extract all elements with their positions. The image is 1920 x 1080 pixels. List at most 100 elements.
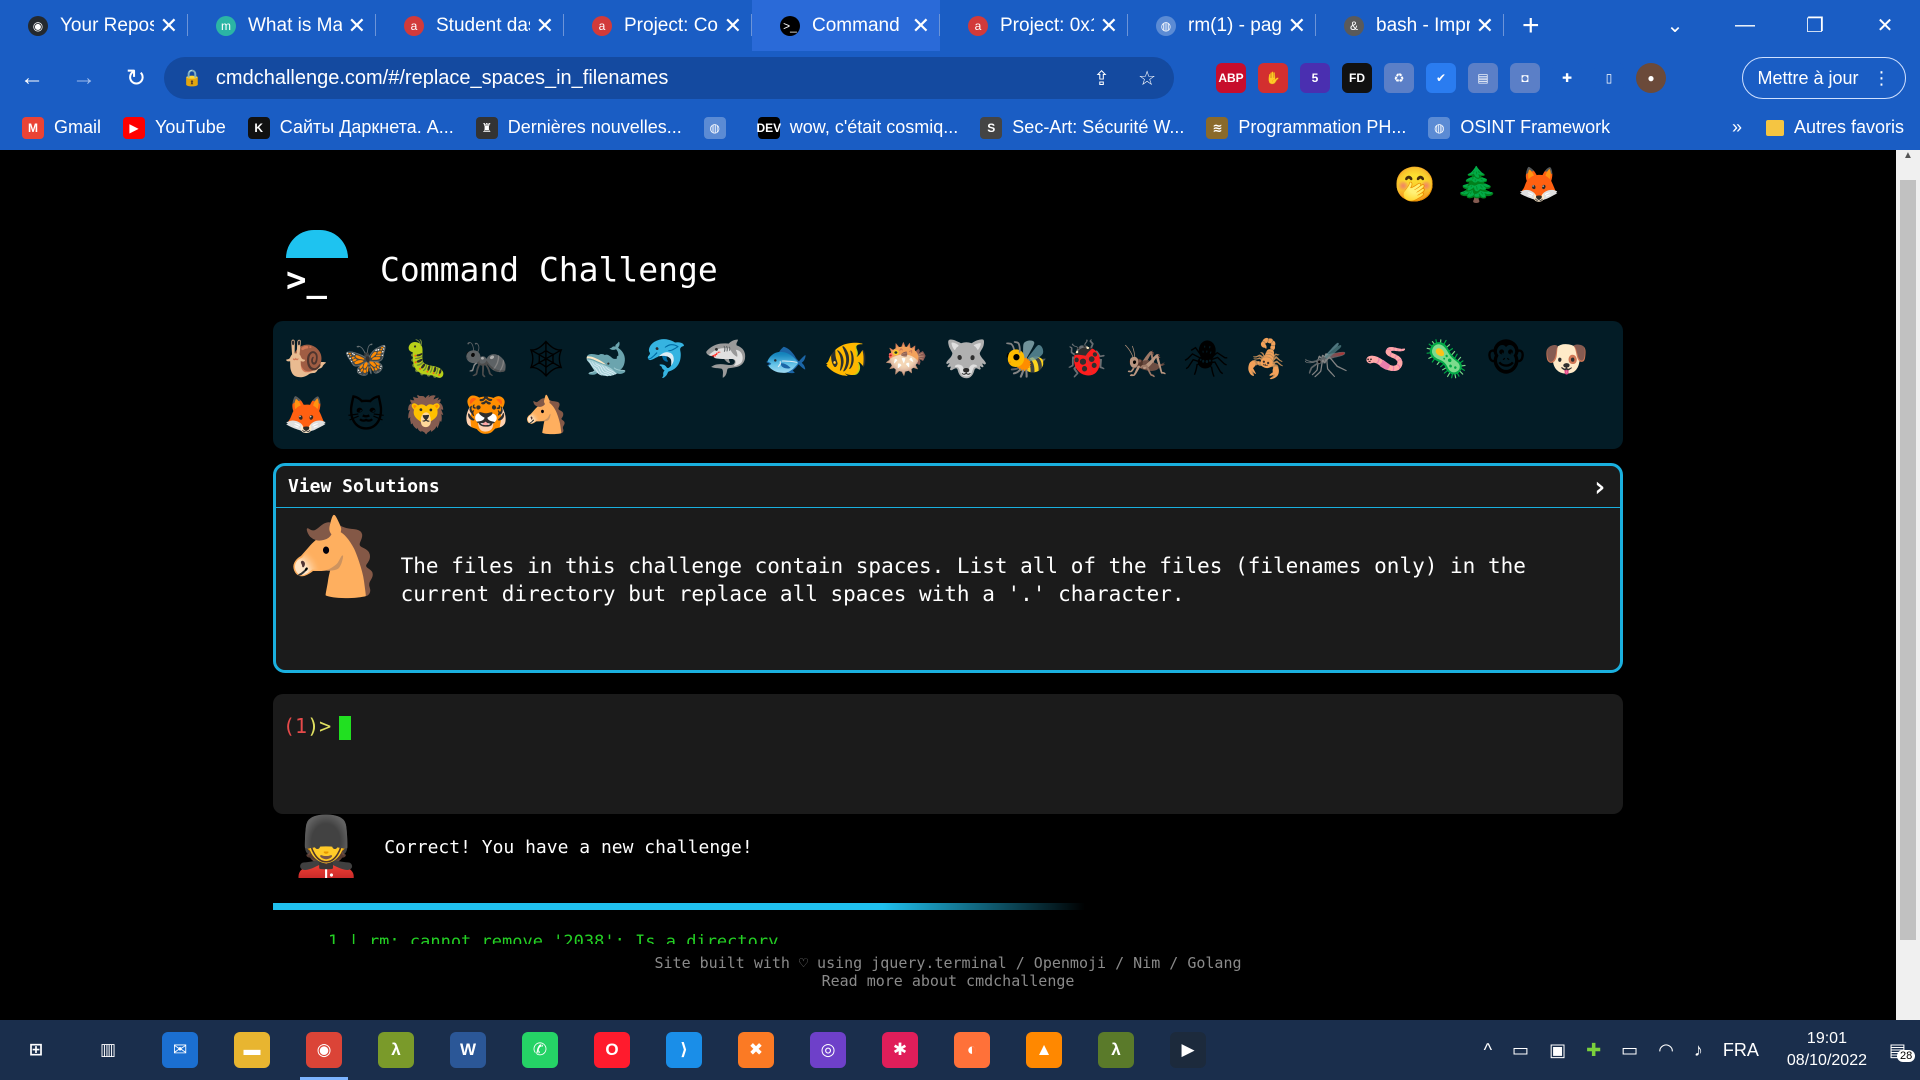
challenge-animal-icon[interactable]: 🦋	[343, 333, 389, 385]
cmdchallenge-icon[interactable]: ▶	[1152, 1020, 1224, 1080]
bookmark[interactable]: ≋ Programmation PH...	[1206, 116, 1406, 139]
battery-icon[interactable]: ▭	[1621, 1040, 1638, 1061]
profile-avatar-icon[interactable]: ●	[1636, 63, 1666, 93]
gitlab-icon[interactable]: 🦊	[1516, 162, 1562, 208]
bookmark[interactable]: DEV wow, c'était cosmiq...	[756, 116, 958, 139]
more-menu-icon[interactable]: ⋮	[1873, 68, 1891, 89]
browser-tab[interactable]: m What is Mal ✕	[188, 0, 376, 51]
star-icon[interactable]: ☆	[1138, 66, 1156, 91]
close-tab-icon[interactable]: ✕	[1476, 13, 1494, 39]
device-icon[interactable]: ▭	[1512, 1040, 1529, 1061]
task-view-icon[interactable]: ▥	[72, 1020, 144, 1080]
bookmark[interactable]: K Сайты Даркнета. А...	[247, 116, 454, 139]
challenge-animal-icon[interactable]: 🐝	[1003, 333, 1049, 385]
challenge-animal-icon[interactable]: 🐌	[283, 333, 329, 385]
hand-over-mouth-icon[interactable]: 🤭	[1392, 162, 1438, 208]
challenge-animal-icon[interactable]: 🐱	[343, 389, 389, 441]
mail-icon[interactable]: ✉	[144, 1020, 216, 1080]
challenge-animal-icon[interactable]: 🕷	[1183, 333, 1229, 385]
challenge-animal-icon[interactable]: 🦠	[1423, 333, 1469, 385]
extension-badge-icon[interactable]: 5	[1300, 63, 1330, 93]
browser-tab[interactable]: a Project: Cor ✕	[564, 0, 752, 51]
close-window-icon[interactable]: ✕	[1850, 13, 1920, 38]
scroll-thumb[interactable]	[1900, 180, 1916, 940]
reload-icon[interactable]: ↻	[116, 64, 156, 93]
close-tab-icon[interactable]: ✕	[160, 13, 178, 39]
green-plus-icon[interactable]: ✚	[1586, 1040, 1601, 1061]
challenge-animal-icon[interactable]: 🦟	[1303, 333, 1349, 385]
url-input[interactable]: 🔒 cmdchallenge.com/#/replace_spaces_in_f…	[164, 57, 1174, 99]
challenge-animal-icon[interactable]: 🐛	[403, 333, 449, 385]
browser-tab[interactable]: a Student das ✕	[376, 0, 564, 51]
terminal[interactable]: (1)>	[273, 694, 1623, 814]
close-tab-icon[interactable]: ✕	[348, 13, 366, 39]
restore-icon[interactable]: ❐	[1780, 13, 1850, 38]
lambda-icon[interactable]: λ	[360, 1020, 432, 1080]
terminal-icon[interactable]: 🖥	[1330, 162, 1376, 208]
bookmark[interactable]: ◍	[703, 116, 736, 139]
challenge-animal-icon[interactable]: 🦁	[403, 389, 449, 441]
clock[interactable]: 19:01 08/10/2022	[1787, 1028, 1867, 1072]
minimize-icon[interactable]: —	[1710, 14, 1780, 37]
challenge-animal-icon[interactable]: 🐡	[883, 333, 929, 385]
close-tab-icon[interactable]: ✕	[724, 13, 742, 39]
word-icon[interactable]: W	[432, 1020, 504, 1080]
challenge-animal-icon[interactable]: 🕸	[523, 333, 569, 385]
browser-tab[interactable]: a Project: 0x1 ✕	[940, 0, 1128, 51]
challenge-animal-icon[interactable]: 🐟	[763, 333, 809, 385]
vlc-icon[interactable]: ▲	[1008, 1020, 1080, 1080]
show-hidden-icon[interactable]: ^	[1484, 1040, 1492, 1061]
opera-icon[interactable]: O	[576, 1020, 648, 1080]
lambda-folder-icon[interactable]: λ	[1080, 1020, 1152, 1080]
close-tab-icon[interactable]: ✕	[1288, 13, 1306, 39]
challenge-animal-icon[interactable]: 🐺	[943, 333, 989, 385]
bookmark[interactable]: S Sec-Art: Sécurité W...	[980, 116, 1184, 139]
back-icon[interactable]: ←	[12, 64, 52, 92]
challenge-animal-icon[interactable]: 🐜	[463, 333, 509, 385]
github-desktop-icon[interactable]: ◎	[792, 1020, 864, 1080]
new-tab-button[interactable]: +	[1522, 9, 1540, 43]
recycle-icon[interactable]: ♻	[1384, 63, 1414, 93]
chrome-icon[interactable]: ◉	[288, 1020, 360, 1080]
view-solutions-header[interactable]: View Solutions ›	[276, 466, 1620, 508]
challenge-animal-icon[interactable]: 🐋	[583, 333, 629, 385]
footer-about-link[interactable]: Read more about cmdchallenge	[0, 972, 1896, 990]
close-tab-icon[interactable]: ✕	[1100, 13, 1118, 39]
bookmark[interactable]: ◍ OSINT Framework	[1428, 116, 1610, 139]
fd-icon[interactable]: FD	[1342, 63, 1372, 93]
volume-icon[interactable]: ♪	[1694, 1040, 1703, 1061]
bookmark[interactable]: ▶ YouTube	[123, 116, 226, 139]
vscode-icon[interactable]: ⟩	[648, 1020, 720, 1080]
challenge-animal-icon[interactable]: 🦗	[1123, 333, 1169, 385]
firefox-icon[interactable]: ◐	[936, 1020, 1008, 1080]
challenge-animal-icon[interactable]: 🦂	[1243, 333, 1289, 385]
mail-icon[interactable]: ✉	[1578, 162, 1624, 208]
stack-icon[interactable]: ▤	[1468, 63, 1498, 93]
browser-tab[interactable]: ◍ rm(1) - pag ✕	[1128, 0, 1316, 51]
language-indicator[interactable]: FRA	[1723, 1040, 1759, 1061]
forward-icon[interactable]: →	[64, 64, 104, 92]
close-tab-icon[interactable]: ✕	[912, 13, 930, 39]
puzzle-icon[interactable]: ✚	[1552, 63, 1582, 93]
challenge-animal-icon[interactable]: 🐵	[1483, 333, 1529, 385]
slack-icon[interactable]: ✱	[864, 1020, 936, 1080]
challenge-animal-icon[interactable]: 🦊	[283, 389, 329, 441]
challenge-animal-icon[interactable]: 🐠	[823, 333, 869, 385]
browser-tab[interactable]: & bash - Impr ✕	[1316, 0, 1504, 51]
chevron-right-icon[interactable]: ›	[1591, 470, 1608, 503]
wifi-icon[interactable]: ◠	[1658, 1040, 1674, 1061]
page-scrollbar[interactable]: ▲	[1896, 150, 1920, 1020]
screen-icon[interactable]: ▣	[1549, 1040, 1566, 1061]
todoist-icon[interactable]: ✔	[1426, 63, 1456, 93]
scroll-up-icon[interactable]: ▲	[1896, 150, 1920, 161]
bookmarks-overflow[interactable]: »	[1732, 117, 1742, 138]
challenge-animal-icon[interactable]: 🐯	[463, 389, 509, 441]
challenge-animal-icon[interactable]: 🐬	[643, 333, 689, 385]
start-icon[interactable]: ⊞	[0, 1020, 72, 1080]
notifications-icon[interactable]: ▤ 28	[1889, 1040, 1916, 1062]
challenge-animal-icon[interactable]: 🐴	[523, 389, 569, 441]
adblock-plus-icon[interactable]: ABP	[1216, 63, 1246, 93]
adblock-icon[interactable]: ✋	[1258, 63, 1288, 93]
tab-search-icon[interactable]: ⌄	[1640, 13, 1710, 38]
close-tab-icon[interactable]: ✕	[536, 13, 554, 39]
